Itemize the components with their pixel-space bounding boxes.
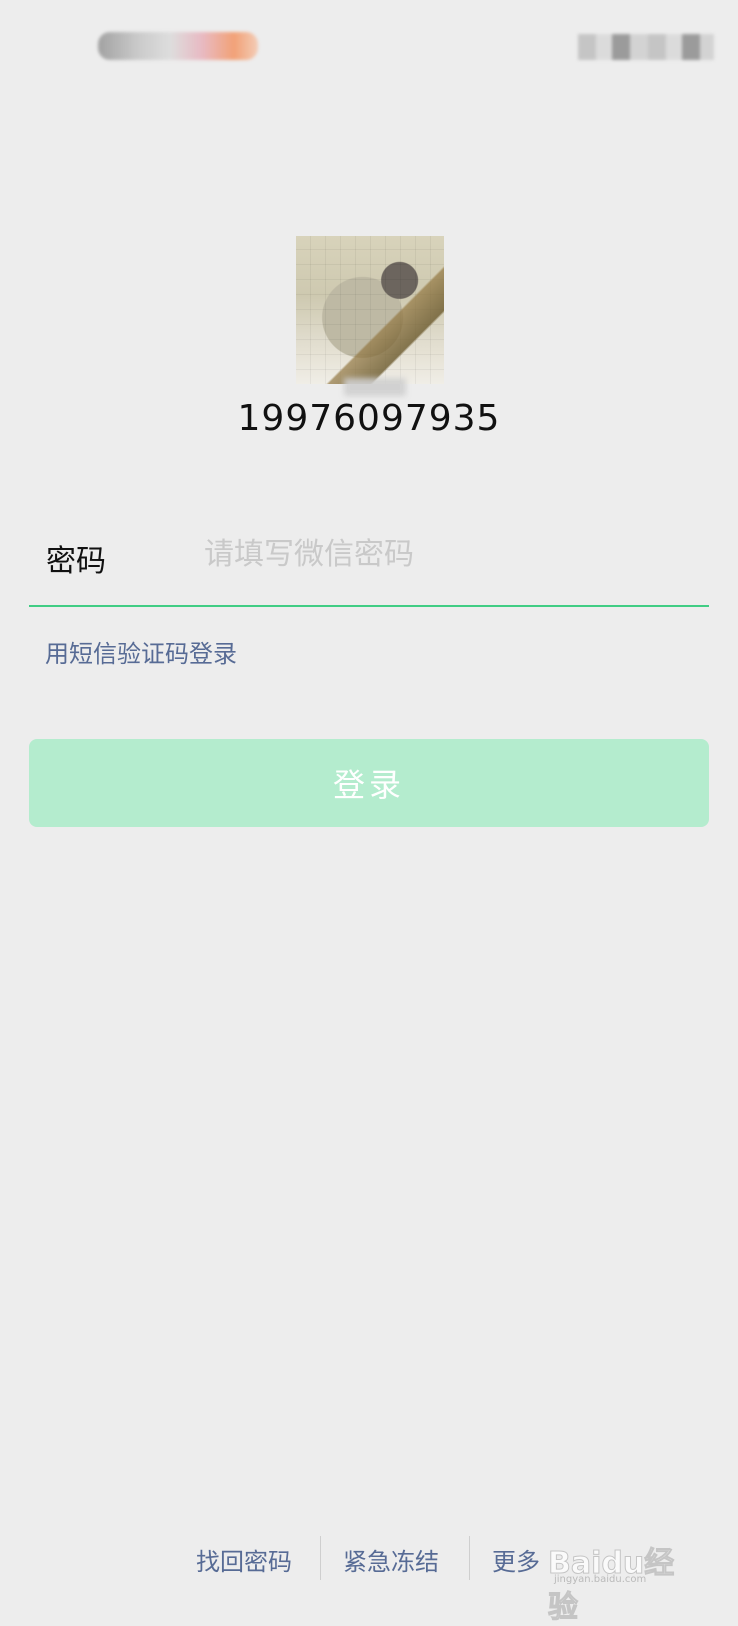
password-label: 密码 xyxy=(46,544,106,579)
watermark-url: jingyan.baidu.com xyxy=(554,1574,647,1585)
status-bar-right-blurred xyxy=(578,34,714,60)
login-button[interactable]: 登录 xyxy=(29,739,709,827)
status-bar-left-blurred xyxy=(98,32,258,60)
more-link[interactable]: 更多 xyxy=(492,1542,540,1577)
emergency-freeze-link[interactable]: 紧急冻结 xyxy=(343,1542,439,1577)
sms-login-link[interactable]: 用短信验证码登录 xyxy=(45,634,237,669)
watermark: Baidu经验 jingyan.baidu.com xyxy=(548,1526,698,1626)
find-password-link[interactable]: 找回密码 xyxy=(196,1542,292,1577)
bottom-links-divider xyxy=(469,1536,470,1580)
password-input[interactable] xyxy=(204,528,704,580)
bottom-links-divider xyxy=(320,1536,321,1580)
account-phone-number: 19976097935 xyxy=(237,398,501,439)
status-bar xyxy=(0,0,738,90)
avatar xyxy=(296,236,444,384)
password-underline xyxy=(29,605,709,607)
